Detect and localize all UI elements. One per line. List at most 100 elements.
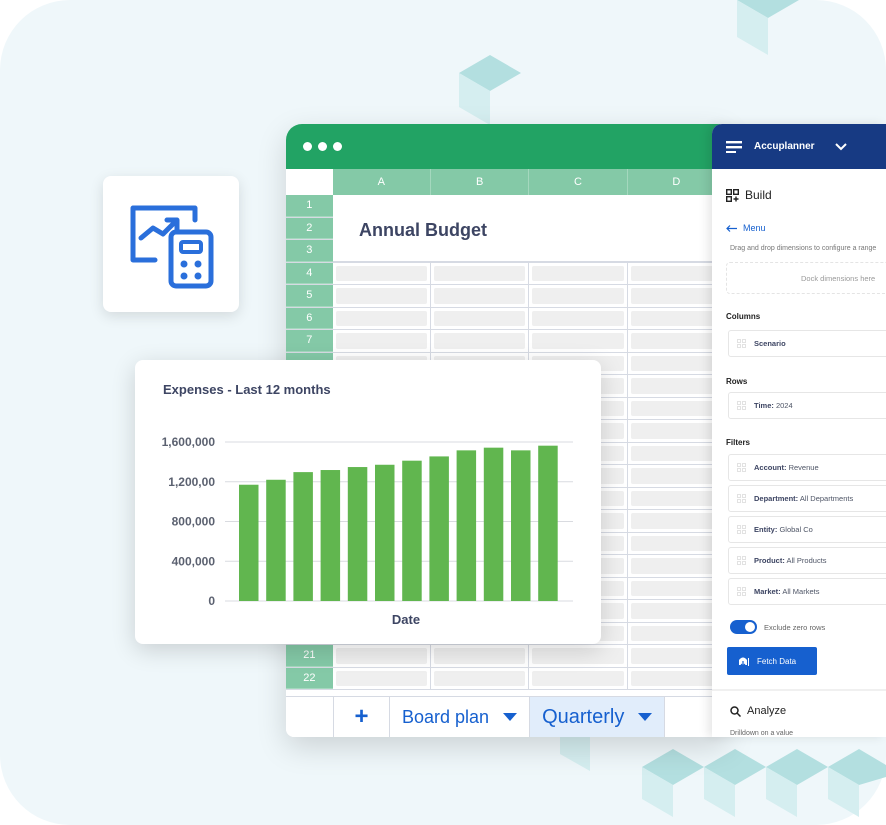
grid-cell[interactable] [333,285,431,307]
rows-label: Rows [726,377,748,386]
filter-pill[interactable]: Department: All Departments [728,485,886,512]
sheet-title: Annual Budget [359,220,487,240]
grid-cell[interactable] [431,307,530,329]
grid-cell[interactable] [431,285,530,307]
row-number[interactable]: 21 [286,645,333,667]
drag-handle-icon[interactable] [737,525,746,534]
drag-handle-icon[interactable] [737,556,746,565]
row-number[interactable]: 1 [286,195,333,217]
analyze-hint: Drilldown on a value [730,730,794,737]
bar[interactable] [347,467,368,601]
select-all-corner[interactable] [286,169,333,195]
grid-row: 5 [286,285,726,308]
y-tick-label: 1,600,000 [162,435,216,449]
exclude-zero-rows-row: Exclude zero rows [730,620,825,634]
expenses-chart-card: Expenses - Last 12 months 0 400,000 800,00… [135,360,601,644]
row-number[interactable]: 6 [286,307,333,329]
grid-cell[interactable] [431,262,530,284]
window-dot[interactable] [303,142,312,151]
column-header[interactable]: C [529,169,628,195]
bar[interactable] [456,450,477,601]
divider [712,689,886,691]
grid-cell[interactable] [529,285,628,307]
columns-label: Columns [726,312,761,321]
drag-handle-icon[interactable] [737,587,746,596]
caret-down-icon[interactable] [638,713,653,721]
bar[interactable] [293,472,313,601]
grid-cell[interactable] [529,262,628,284]
grid-cell[interactable] [431,645,530,667]
grid-cell[interactable] [431,330,530,352]
bar[interactable] [429,456,449,601]
grid-row: 22 [286,667,726,690]
back-to-menu-link[interactable]: Menu [726,223,766,233]
grid-cell[interactable] [529,330,628,352]
sheet-tabs: + Board plan Quarterly [286,696,726,737]
app-name: Accuplanner [754,141,815,152]
row-number[interactable]: 7 [286,330,333,352]
grid-cell[interactable] [333,667,431,689]
window-dot[interactable] [333,142,342,151]
grid-cell[interactable] [529,645,628,667]
window-titlebar [286,124,726,169]
y-tick-label: 0 [208,594,215,608]
dimension-pill[interactable]: Scenario [728,330,886,357]
grid-cell[interactable] [333,330,431,352]
fetch-data-icon [739,657,749,667]
drag-handle-icon[interactable] [737,339,746,348]
tab-label: Quarterly [542,705,625,728]
bar[interactable] [538,445,558,601]
bar[interactable] [511,450,531,601]
exclude-zero-rows-toggle[interactable] [730,620,757,634]
build-hint: Drag and drop dimensions to configure a … [730,245,877,252]
column-header[interactable]: A [332,169,431,195]
grid-cell[interactable] [529,667,628,689]
filter-pill[interactable]: Product: All Products [728,547,886,574]
caret-down-icon[interactable] [503,713,518,721]
window-dot[interactable] [318,142,327,151]
panel-header: Accuplanner [712,124,886,169]
analyze-section-title: Analyze [730,705,786,717]
row-number[interactable]: 4 [286,262,333,284]
dock-dropzone[interactable]: Dock dimensions here [726,262,886,294]
drag-handle-icon[interactable] [737,494,746,503]
grid-cell[interactable] [333,307,431,329]
hamburger-menu-icon[interactable] [726,140,742,153]
title-cell[interactable]: Annual Budget [333,195,726,262]
bar-chart: 0 400,000 800,000 1,200,00 1,600,000 Date [162,435,573,627]
drag-handle-icon[interactable] [737,463,746,472]
dimension-pill[interactable]: Time: 2024 [728,392,886,419]
bar[interactable] [483,447,504,601]
add-sheet-button[interactable]: + [334,697,390,737]
row-number[interactable]: 22 [286,667,333,689]
column-header[interactable]: B [431,169,530,195]
row-number[interactable]: 3 [286,240,333,262]
filter-pill[interactable]: Market: All Markets [728,578,886,605]
chart-calculator-icon [130,205,214,289]
grid-row: 21 [286,645,726,668]
bar[interactable] [375,464,395,601]
y-tick-label: 400,000 [172,554,216,568]
filter-pill[interactable]: Entity: Global Co [728,516,886,543]
tab-board-plan[interactable]: Board plan [390,697,531,737]
grid-cell[interactable] [333,262,431,284]
search-icon [730,705,741,717]
grid-cell[interactable] [431,667,530,689]
chevron-down-icon[interactable] [834,142,847,151]
bar[interactable] [266,479,286,601]
y-tick-label: 1,200,00 [168,475,215,489]
filter-pill[interactable]: Account: Revenue [728,454,886,481]
drag-handle-icon[interactable] [737,401,746,410]
row-number[interactable]: 2 [286,217,333,239]
bar[interactable] [320,470,341,601]
decorative-cubes [560,737,886,817]
row-number[interactable]: 5 [286,285,333,307]
grid-cell[interactable] [529,307,628,329]
grid-cell[interactable] [333,645,431,667]
fetch-data-button[interactable]: Fetch Data [727,647,817,675]
tab-label: Board plan [402,706,490,727]
bar[interactable] [402,460,422,601]
x-axis-label: Date [392,612,420,627]
bar[interactable] [239,484,259,601]
tab-quarterly[interactable]: Quarterly [530,697,666,737]
